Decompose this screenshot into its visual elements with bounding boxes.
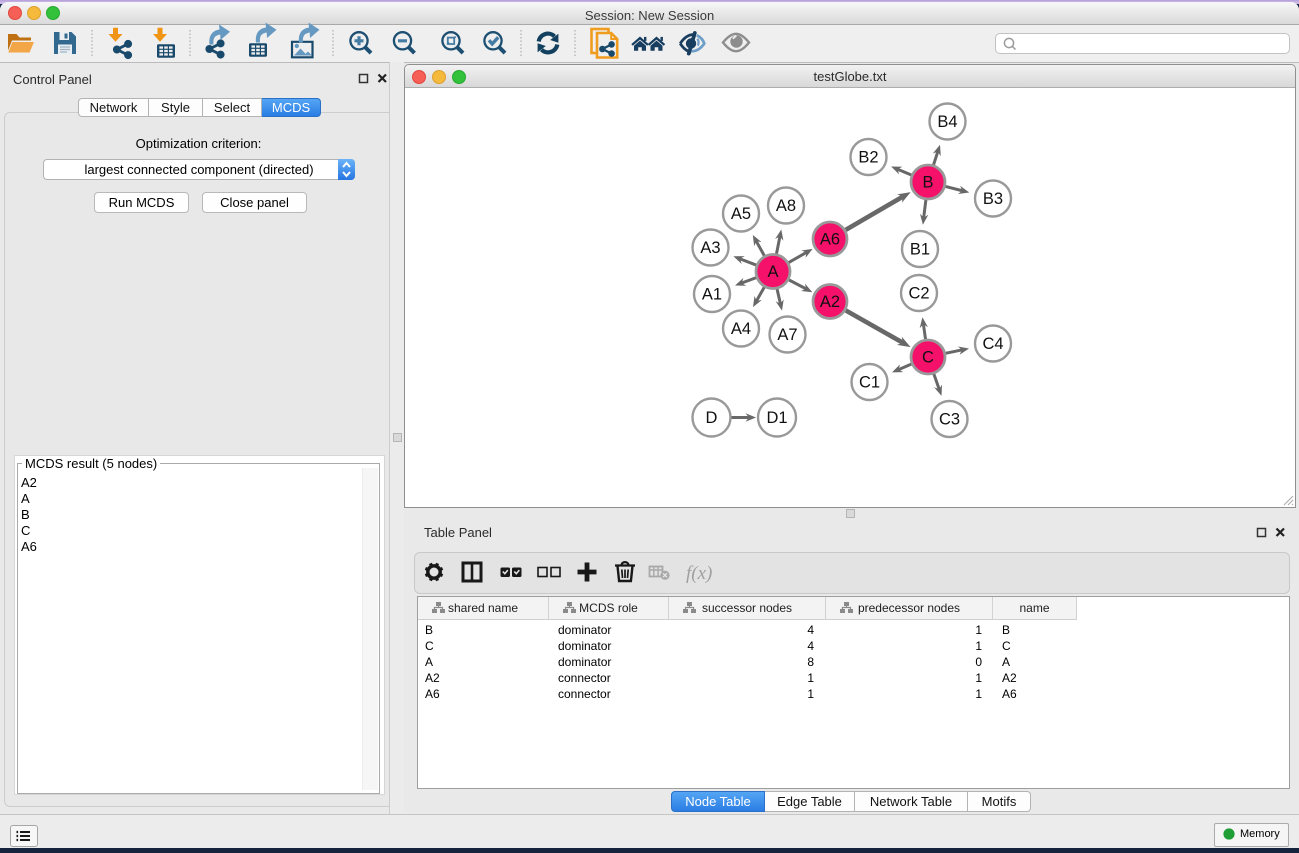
svg-text:C3: C3 [939,411,960,429]
svg-text:C1: C1 [859,374,880,392]
svg-text:B1: B1 [910,241,930,259]
svg-text:D1: D1 [766,409,787,427]
svg-text:B: B [922,174,933,192]
svg-text:A7: A7 [777,326,797,344]
svg-text:B2: B2 [858,149,878,167]
svg-text:A8: A8 [776,197,796,215]
svg-text:A2: A2 [820,293,840,311]
svg-text:B3: B3 [983,190,1003,208]
svg-text:B4: B4 [937,113,957,131]
svg-text:C: C [922,349,934,367]
svg-text:A4: A4 [731,320,751,338]
svg-text:A5: A5 [731,205,751,223]
svg-text:A1: A1 [702,286,722,304]
svg-text:D: D [706,409,718,427]
svg-text:f(x): f(x) [686,563,712,584]
svg-text:A: A [767,263,778,281]
svg-text:C2: C2 [908,285,929,303]
svg-text:C4: C4 [982,335,1003,353]
svg-text:A6: A6 [820,231,840,249]
svg-text:A3: A3 [700,239,720,257]
